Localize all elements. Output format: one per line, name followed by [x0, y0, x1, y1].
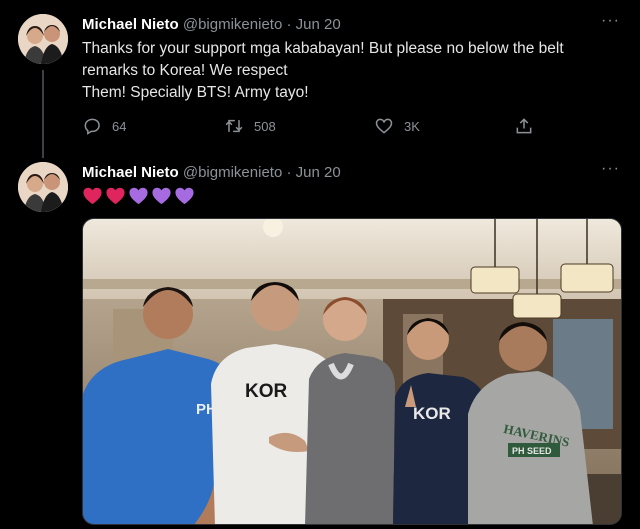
more-icon[interactable]: ···: [601, 160, 620, 178]
like-button[interactable]: 3K: [374, 116, 420, 136]
share-button[interactable]: [514, 116, 534, 136]
purple-heart-icon: [129, 187, 148, 205]
author-handle[interactable]: @bigmikenieto: [183, 164, 282, 181]
tweet-1[interactable]: Michael Nieto @bigmikenieto · Jun 20 ···…: [0, 0, 640, 160]
tweet-photo[interactable]: PHI KOR KOR HAVERINS PH SEED: [82, 218, 622, 525]
tweet-text-line: Thanks for your support mga kababayan! B…: [82, 40, 564, 57]
avatar[interactable]: [18, 14, 68, 64]
shirt-text-kor-2: KOR: [413, 404, 451, 423]
more-icon[interactable]: ···: [601, 12, 620, 30]
tweet-date[interactable]: Jun 20: [296, 164, 341, 181]
tweet-text-line: Them! Specially BTS! Army tayo!: [82, 84, 309, 101]
reply-count: 64: [112, 118, 127, 134]
retweet-button[interactable]: 508: [224, 116, 276, 136]
avatar[interactable]: [18, 162, 68, 212]
author-handle[interactable]: @bigmikenieto: [183, 16, 282, 33]
red-heart-icon: [83, 187, 102, 205]
tweet-text: Thanks for your support mga kababayan! B…: [82, 38, 622, 104]
like-icon: [375, 118, 393, 134]
separator: ·: [286, 16, 292, 33]
like-count: 3K: [404, 118, 420, 134]
author-name[interactable]: Michael Nieto: [82, 16, 179, 33]
purple-heart-icon: [152, 187, 171, 205]
reply-button[interactable]: 64: [82, 116, 126, 136]
reply-icon: [84, 118, 100, 135]
tweet-date[interactable]: Jun 20: [296, 16, 341, 33]
retweet-count: 508: [254, 118, 276, 134]
purple-heart-icon: [175, 187, 194, 205]
hoodie-patch-text: PH SEED: [512, 446, 552, 456]
share-icon: [516, 118, 532, 134]
tweet-actions: 64 508 3K: [82, 116, 552, 136]
separator: ·: [286, 164, 292, 181]
tweet-text-line: remarks to Korea! We respect: [82, 62, 288, 79]
tweet-2[interactable]: Michael Nieto @bigmikenieto · Jun 20 ···: [0, 160, 640, 529]
tweet-header: Michael Nieto @bigmikenieto · Jun 20: [82, 164, 341, 181]
tweet-header: Michael Nieto @bigmikenieto · Jun 20: [82, 16, 341, 33]
retweet-icon: [225, 119, 243, 133]
author-name[interactable]: Michael Nieto: [82, 164, 179, 181]
heart-emoji-row: [82, 186, 195, 205]
red-heart-icon: [106, 187, 125, 205]
shirt-text-kor-1: KOR: [245, 381, 288, 402]
thread-connector: [42, 70, 44, 158]
